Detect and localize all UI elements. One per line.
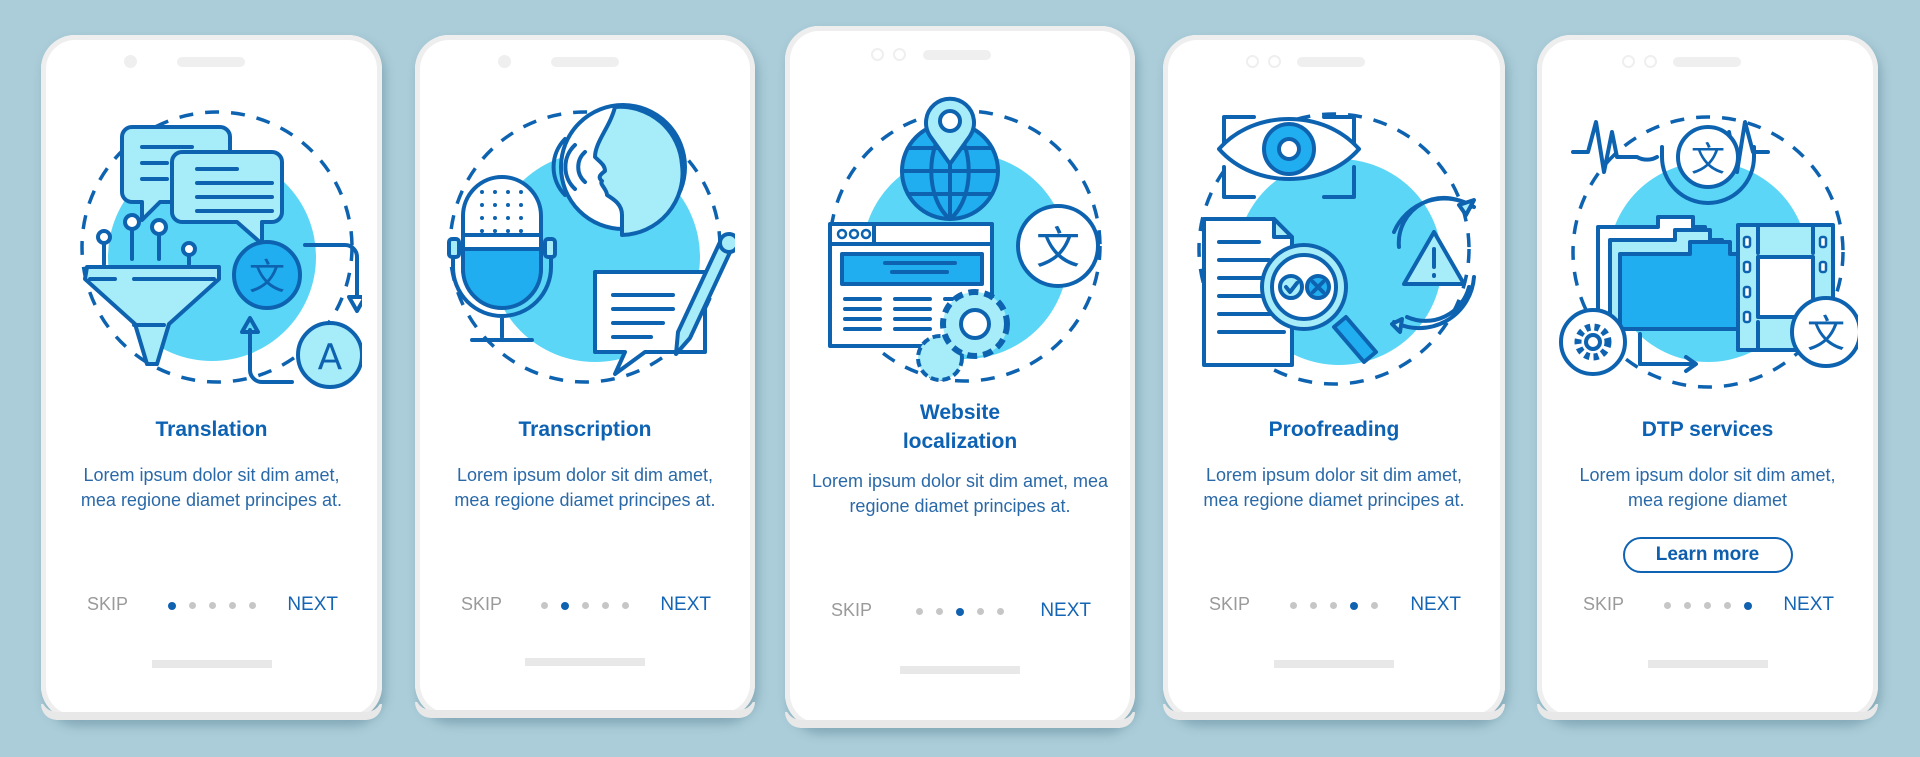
proofreading-illustration [1197, 112, 1476, 386]
speaker-grille [1673, 57, 1741, 67]
learn-more-button[interactable]: Learn more [1622, 537, 1793, 573]
screen-title: DTP services [1641, 418, 1774, 441]
chinese-character-icon: 文 [231, 240, 302, 310]
page-dot-4[interactable] [1723, 602, 1731, 609]
page-dot-4[interactable] [602, 602, 609, 609]
page-dot-3[interactable] [1330, 602, 1337, 609]
page-dot-2[interactable] [188, 602, 196, 609]
speaker-grille [1297, 57, 1365, 67]
chinese-character-icon: 文 [1016, 204, 1100, 288]
page-dot-4[interactable] [228, 602, 236, 609]
translation-illustration: 文 A [79, 110, 362, 389]
gear-circle-icon [1558, 308, 1627, 376]
screen-description: Lorem ipsum dolor sit dim amet, mea regi… [811, 471, 1109, 516]
svg-text:文: 文 [1036, 223, 1080, 274]
skip-button[interactable]: SKIP [461, 594, 502, 615]
onboarding-nav: SKIP NEXT [41, 594, 382, 618]
chinese-character-bottom-icon: 文 [1789, 296, 1858, 368]
home-indicator [151, 660, 272, 668]
home-indicator [525, 658, 645, 666]
skip-button[interactable]: SKIP [831, 600, 872, 621]
page-dot-3[interactable] [1703, 602, 1711, 609]
screen-description: Lorem ipsum dolor sit dim amet, mea regi… [1579, 465, 1836, 510]
page-dot-2[interactable] [936, 608, 943, 615]
skip-button[interactable]: SKIP [87, 594, 128, 615]
page-dot-1[interactable] [916, 608, 923, 615]
screen-title-line-2: localization [902, 430, 1018, 453]
transcription-illustration [447, 103, 735, 384]
next-button[interactable]: NEXT [287, 594, 338, 616]
front-camera [124, 55, 137, 68]
pagination-dots [1290, 601, 1378, 610]
front-camera [498, 55, 511, 68]
next-button[interactable]: NEXT [1410, 594, 1461, 616]
page-dot-4[interactable] [977, 608, 984, 615]
page-dot-5[interactable] [248, 602, 256, 609]
screen-title: Transcription [518, 418, 652, 441]
home-indicator [1647, 660, 1768, 668]
next-button[interactable]: NEXT [1040, 600, 1091, 622]
dtp-services-illustration: 文 文 [1558, 115, 1858, 389]
home-indicator [1274, 660, 1394, 668]
screen-title-line-1: Website [919, 401, 1001, 424]
front-camera [871, 48, 884, 61]
front-camera [1622, 55, 1635, 68]
front-camera [1246, 55, 1259, 68]
speaker-grille [551, 57, 619, 67]
speaker-grille [923, 50, 991, 60]
latin-letter-icon: A [295, 321, 362, 389]
svg-text:文: 文 [248, 257, 284, 298]
page-dot-2[interactable] [1310, 602, 1317, 609]
skip-button[interactable]: SKIP [1583, 594, 1624, 615]
home-indicator [900, 666, 1020, 674]
sensor [1268, 55, 1281, 68]
sensor [893, 48, 906, 61]
page-dot-5[interactable] [622, 602, 629, 609]
page-dot-1[interactable] [541, 602, 548, 609]
page-dot-1[interactable] [1290, 602, 1297, 609]
pagination-dots [916, 607, 1004, 616]
page-dot-1[interactable] [167, 601, 176, 610]
page-dot-3[interactable] [208, 602, 216, 609]
page-dot-5[interactable] [1371, 602, 1378, 609]
page-dot-5[interactable] [997, 608, 1004, 615]
screen-description: Lorem ipsum dolor sit dim amet, mea regi… [80, 465, 343, 510]
onboarding-screen-dtp-services: 文 文 DTP services Lorem ipsum dolor sit d… [1537, 35, 1878, 720]
speaker-grille [177, 57, 245, 67]
svg-text:文: 文 [1691, 140, 1725, 180]
svg-text:文: 文 [1806, 312, 1844, 356]
skip-button[interactable]: SKIP [1209, 594, 1250, 615]
screen-title: Proofreading [1268, 418, 1400, 441]
onboarding-nav: SKIP NEXT [415, 594, 755, 618]
pagination-dots [541, 601, 629, 610]
next-button[interactable]: NEXT [1783, 594, 1834, 616]
onboarding-nav: SKIP NEXT [1163, 594, 1505, 618]
website-localization-illustration: 文 [828, 96, 1102, 383]
page-dot-5[interactable] [1743, 601, 1752, 610]
page-dot-3[interactable] [956, 607, 964, 616]
onboarding-screen-proofreading: Proofreading Lorem ipsum dolor sit dim a… [1163, 35, 1505, 720]
svg-text:A: A [317, 337, 342, 378]
onboarding-screen-translation: 文 A Translation Lorem ipsum dolor sit di… [41, 35, 382, 720]
sensor [1644, 55, 1657, 68]
onboarding-nav: SKIP NEXT [785, 600, 1135, 624]
chinese-character-top-icon: 文 [1675, 125, 1740, 189]
onboarding-nav: SKIP NEXT [1537, 594, 1878, 618]
screen-description: Lorem ipsum dolor sit dim amet, mea regi… [1203, 465, 1465, 510]
pagination-dots [1663, 601, 1752, 610]
page-dot-2[interactable] [1683, 602, 1691, 609]
onboarding-screen-transcription: Transcription Lorem ipsum dolor sit dim … [415, 35, 755, 718]
pagination-dots [167, 601, 256, 610]
page-dot-1[interactable] [1663, 602, 1671, 609]
screen-description: Lorem ipsum dolor sit dim amet, mea regi… [454, 465, 716, 510]
page-dot-4[interactable] [1350, 601, 1358, 610]
next-button[interactable]: NEXT [660, 594, 711, 616]
onboarding-screen-website-localization: 文 Website localization Lorem ipsum dolor… [785, 26, 1135, 728]
page-dot-2[interactable] [561, 601, 569, 610]
page-dot-3[interactable] [582, 602, 589, 609]
screen-title: Translation [155, 418, 268, 441]
screen-title: Website localization [785, 398, 1135, 456]
